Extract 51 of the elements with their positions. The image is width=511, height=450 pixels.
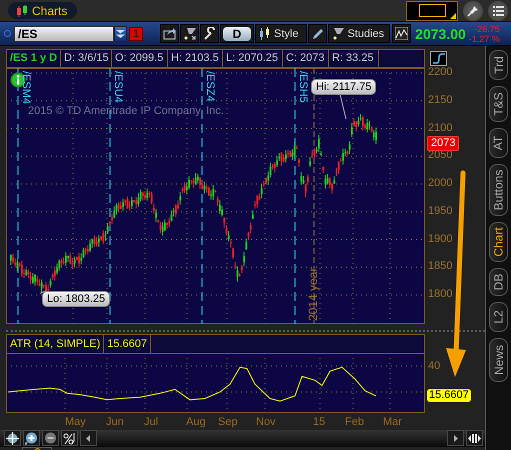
y-axis-label: 2100 bbox=[428, 122, 452, 134]
ohlc-value: C: 2073 bbox=[283, 50, 329, 67]
expiry-label: /ESH5 bbox=[297, 71, 309, 103]
style-button[interactable]: Style bbox=[255, 24, 308, 43]
chart-title: /ES 1 y D bbox=[7, 50, 61, 67]
y-axis-label: 2000 bbox=[428, 177, 452, 189]
ohlc-value: L: 2070.25 bbox=[223, 50, 283, 67]
link-badge[interactable]: 1 bbox=[129, 26, 143, 40]
ohlc-value: R: 33.25 bbox=[329, 50, 379, 67]
x-axis-label: Feb bbox=[345, 416, 364, 428]
copyright-notice: 2015 © TD Ameritrade IP Company, Inc. bbox=[28, 105, 224, 117]
side-tab[interactable]: Chart bbox=[489, 222, 508, 262]
x-axis-label: Aug bbox=[186, 416, 206, 428]
expiry-label: /ESM4 bbox=[20, 71, 32, 104]
expiry-label: /ESZ4 bbox=[204, 71, 216, 102]
net-change: -26.75 bbox=[473, 24, 500, 34]
last-price-badge: 2073 bbox=[427, 136, 460, 152]
study-value-badge: 15.6607 bbox=[427, 389, 471, 402]
side-tab[interactable]: Trd bbox=[489, 50, 508, 80]
symbol-field[interactable]: /ES bbox=[14, 26, 114, 42]
y-axis-label: 1900 bbox=[428, 232, 452, 244]
ohlc-value: O: 2099.5 bbox=[112, 50, 168, 67]
y-axis-label: 1850 bbox=[428, 260, 452, 272]
side-tab[interactable]: L2 bbox=[489, 302, 508, 332]
x-axis-label: Nov bbox=[256, 416, 276, 428]
ohlc-value: H: 2103.5 bbox=[168, 50, 223, 67]
x-axis-label: Jul bbox=[144, 416, 158, 428]
x-axis-label: Mar bbox=[383, 416, 402, 428]
side-tab[interactable]: AT bbox=[489, 128, 508, 158]
side-tab[interactable]: T&S bbox=[489, 86, 508, 122]
percent-change: -1.27 % bbox=[468, 34, 500, 44]
period-button[interactable]: D bbox=[220, 24, 254, 43]
y-axis-label: 2150 bbox=[428, 94, 452, 106]
y-axis-label: 2200 bbox=[428, 66, 452, 78]
charts-tab[interactable]: Charts bbox=[8, 2, 78, 19]
x-axis-label: Sep bbox=[218, 416, 238, 428]
x-axis-label: May bbox=[65, 416, 86, 428]
low-callout: Lo: 1803.25 bbox=[42, 291, 110, 307]
ohlc-value: D: 3/6/15 bbox=[61, 50, 112, 67]
side-tab[interactable]: Buttons bbox=[489, 164, 508, 216]
y-axis-label: 40 bbox=[428, 360, 440, 372]
y-axis-label: 1800 bbox=[428, 288, 452, 300]
x-axis-label: Jun bbox=[106, 416, 124, 428]
side-tab[interactable]: DB bbox=[489, 268, 508, 296]
studies-button[interactable]: Studies bbox=[328, 24, 390, 43]
x-axis-label: 15 bbox=[313, 416, 326, 428]
last-price: 2073.00 bbox=[415, 26, 466, 42]
high-callout: Hi: 2117.75 bbox=[311, 79, 376, 95]
expiry-label: /ESU4 bbox=[112, 71, 124, 103]
y-axis-label: 1950 bbox=[428, 204, 452, 217]
side-tab[interactable]: News bbox=[489, 338, 508, 382]
